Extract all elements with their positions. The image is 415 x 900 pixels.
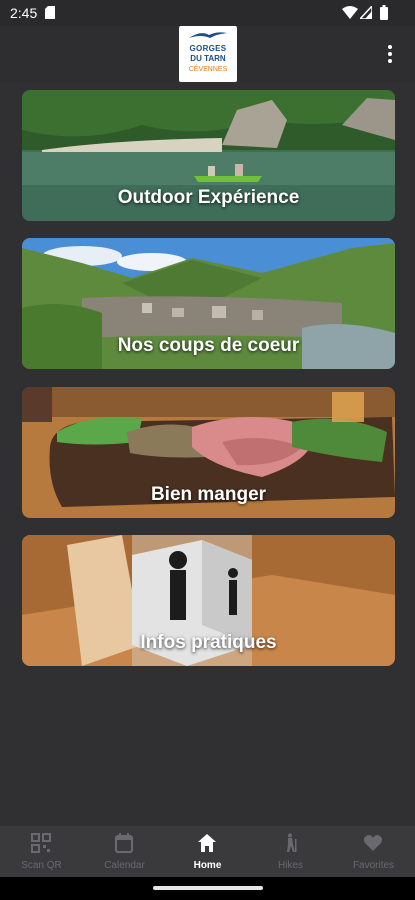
nav-label-home: Home: [193, 860, 222, 871]
nav-favorites[interactable]: Favorites: [332, 826, 415, 877]
status-bar: 2:45: [0, 0, 415, 26]
card-infos-pratiques[interactable]: Infos pratiques: [22, 535, 395, 666]
card-nos-coups-de-coeur[interactable]: Nos coups de coeur: [22, 238, 395, 369]
bottom-navigation: Scan QR Calendar Home Hikes Favorites: [0, 826, 415, 877]
nav-label-hikes: Hikes: [277, 860, 303, 871]
nav-scan-qr[interactable]: Scan QR: [0, 826, 83, 877]
card-bien-manger[interactable]: Bien manger: [22, 387, 395, 518]
card-label: Bien manger: [150, 484, 267, 505]
home-gesture-bar[interactable]: [153, 886, 263, 890]
battery-icon: [380, 5, 388, 20]
signal-icon: [360, 6, 372, 19]
bird-logo-icon: [189, 32, 227, 38]
nav-hikes[interactable]: Hikes: [249, 826, 332, 877]
nav-label-scan-qr: Scan QR: [21, 860, 62, 871]
home-icon: [198, 834, 216, 852]
card-label: Outdoor Expérience: [117, 187, 300, 208]
calendar-icon: [115, 833, 133, 853]
logo-text-gorges: GORGES: [189, 44, 227, 53]
system-gesture-area: [0, 877, 415, 900]
status-time: 2:45: [10, 5, 38, 21]
card-outdoor-experience[interactable]: Outdoor Expérience: [22, 90, 395, 221]
wifi-icon: [342, 6, 358, 19]
qr-code-icon: [31, 833, 51, 853]
logo-text-cevennes: CÉVENNES: [188, 66, 228, 73]
sd-card-icon: [45, 6, 55, 19]
app-logo[interactable]: GORGES DU TARN CÉVENNES: [179, 26, 237, 82]
logo-text-du-tarn: DU TARN: [190, 54, 226, 63]
nav-home[interactable]: Home: [166, 826, 249, 877]
hiker-icon: [287, 833, 297, 852]
card-label: Nos coups de coeur: [117, 335, 300, 356]
card-label: Infos pratiques: [140, 632, 277, 653]
nav-calendar[interactable]: Calendar: [83, 826, 166, 877]
nav-label-calendar: Calendar: [104, 860, 145, 871]
overflow-menu-icon[interactable]: [386, 44, 394, 64]
nav-label-favorites: Favorites: [352, 860, 395, 871]
heart-icon: [363, 835, 383, 851]
